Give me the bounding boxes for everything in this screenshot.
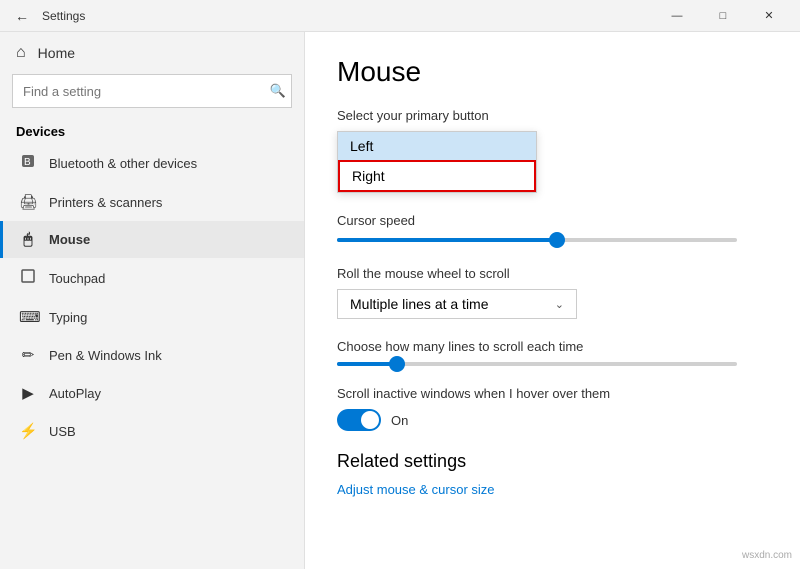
cursor-speed-thumb[interactable] (549, 232, 565, 248)
cursor-speed-label: Cursor speed (337, 213, 768, 228)
search-box: 🔍 (12, 74, 292, 108)
home-label: Home (38, 45, 75, 61)
bluetooth-icon: B (19, 153, 37, 173)
watermark: wsxdn.com (742, 550, 792, 561)
sidebar-item-usb-label: USB (49, 424, 76, 439)
search-icon[interactable]: 🔍 (270, 83, 286, 99)
usb-icon: ⚡ (19, 422, 37, 440)
scroll-chevron-icon: ⌄ (555, 298, 564, 311)
close-button[interactable]: ✕ (746, 0, 792, 32)
inactive-scroll-toggle-row: On (337, 409, 768, 431)
scroll-label: Roll the mouse wheel to scroll (337, 266, 768, 281)
svg-text:B: B (24, 157, 31, 168)
sidebar-item-autoplay[interactable]: ▶ AutoPlay (0, 374, 304, 412)
sidebar-item-usb[interactable]: ⚡ USB (0, 412, 304, 450)
sidebar-item-autoplay-label: AutoPlay (49, 386, 101, 401)
home-icon: ⌂ (16, 44, 26, 62)
printer-icon: 🖨 (19, 193, 37, 211)
sidebar-item-printers-label: Printers & scanners (49, 195, 162, 210)
maximize-button[interactable]: □ (700, 0, 746, 32)
sidebar-item-mouse-label: Mouse (49, 232, 90, 247)
pen-icon: ✏ (19, 346, 37, 364)
dropdown-option-left[interactable]: Left (338, 132, 536, 160)
primary-button-label: Select your primary button (337, 108, 768, 123)
main-content: Mouse Select your primary button Left Ri… (305, 32, 800, 569)
app-body: ⌂ Home 🔍 Devices B Bluetooth & other dev… (0, 32, 800, 569)
page-title: Mouse (337, 56, 768, 88)
dropdown-option-right[interactable]: Right (338, 160, 536, 192)
title-bar: ← Settings — □ ✕ (0, 0, 800, 32)
sidebar: ⌂ Home 🔍 Devices B Bluetooth & other dev… (0, 32, 305, 569)
inactive-scroll-label: Scroll inactive windows when I hover ove… (337, 386, 768, 401)
related-link-adjust-mouse[interactable]: Adjust mouse & cursor size (337, 482, 768, 497)
dropdown-open[interactable]: Left Right (337, 131, 537, 193)
scroll-dropdown[interactable]: Multiple lines at a time ⌄ (337, 289, 577, 319)
sidebar-item-bluetooth[interactable]: B Bluetooth & other devices (0, 143, 304, 183)
lines-scroll-label: Choose how many lines to scroll each tim… (337, 339, 768, 354)
cursor-speed-fill (337, 238, 557, 242)
mouse-icon: 🖱 (19, 231, 37, 248)
sidebar-item-typing-label: Typing (49, 310, 87, 325)
sidebar-item-touchpad[interactable]: Touchpad (0, 258, 304, 298)
back-icon: ← (15, 8, 29, 24)
lines-scroll-track (337, 362, 737, 366)
sidebar-item-mouse[interactable]: 🖱 Mouse (0, 221, 304, 258)
home-nav-item[interactable]: ⌂ Home (0, 32, 304, 74)
toggle-state-label: On (391, 413, 408, 428)
window-title: Settings (42, 9, 85, 23)
sidebar-item-pen-label: Pen & Windows Ink (49, 348, 162, 363)
sidebar-section-title: Devices (0, 116, 304, 143)
lines-scroll-slider[interactable] (337, 362, 768, 366)
sidebar-item-touchpad-label: Touchpad (49, 271, 105, 286)
toggle-knob (361, 411, 379, 429)
typing-icon: ⌨ (19, 308, 37, 326)
search-input[interactable] (12, 74, 292, 108)
touchpad-icon (19, 268, 37, 288)
primary-button-dropdown: Left Right (337, 131, 768, 193)
sidebar-item-typing[interactable]: ⌨ Typing (0, 298, 304, 336)
sidebar-item-pen[interactable]: ✏ Pen & Windows Ink (0, 336, 304, 374)
lines-scroll-thumb[interactable] (389, 356, 405, 372)
sidebar-item-bluetooth-label: Bluetooth & other devices (49, 156, 197, 171)
cursor-speed-track (337, 238, 737, 242)
lines-scroll-fill (337, 362, 397, 366)
related-settings-title: Related settings (337, 451, 768, 472)
sidebar-item-printers[interactable]: 🖨 Printers & scanners (0, 183, 304, 221)
window-controls: — □ ✕ (654, 0, 792, 32)
minimize-button[interactable]: — (654, 0, 700, 32)
back-button[interactable]: ← (8, 2, 36, 30)
autoplay-icon: ▶ (19, 384, 37, 402)
scroll-option-label: Multiple lines at a time (350, 296, 489, 312)
inactive-scroll-toggle[interactable] (337, 409, 381, 431)
cursor-speed-slider[interactable] (337, 238, 768, 242)
